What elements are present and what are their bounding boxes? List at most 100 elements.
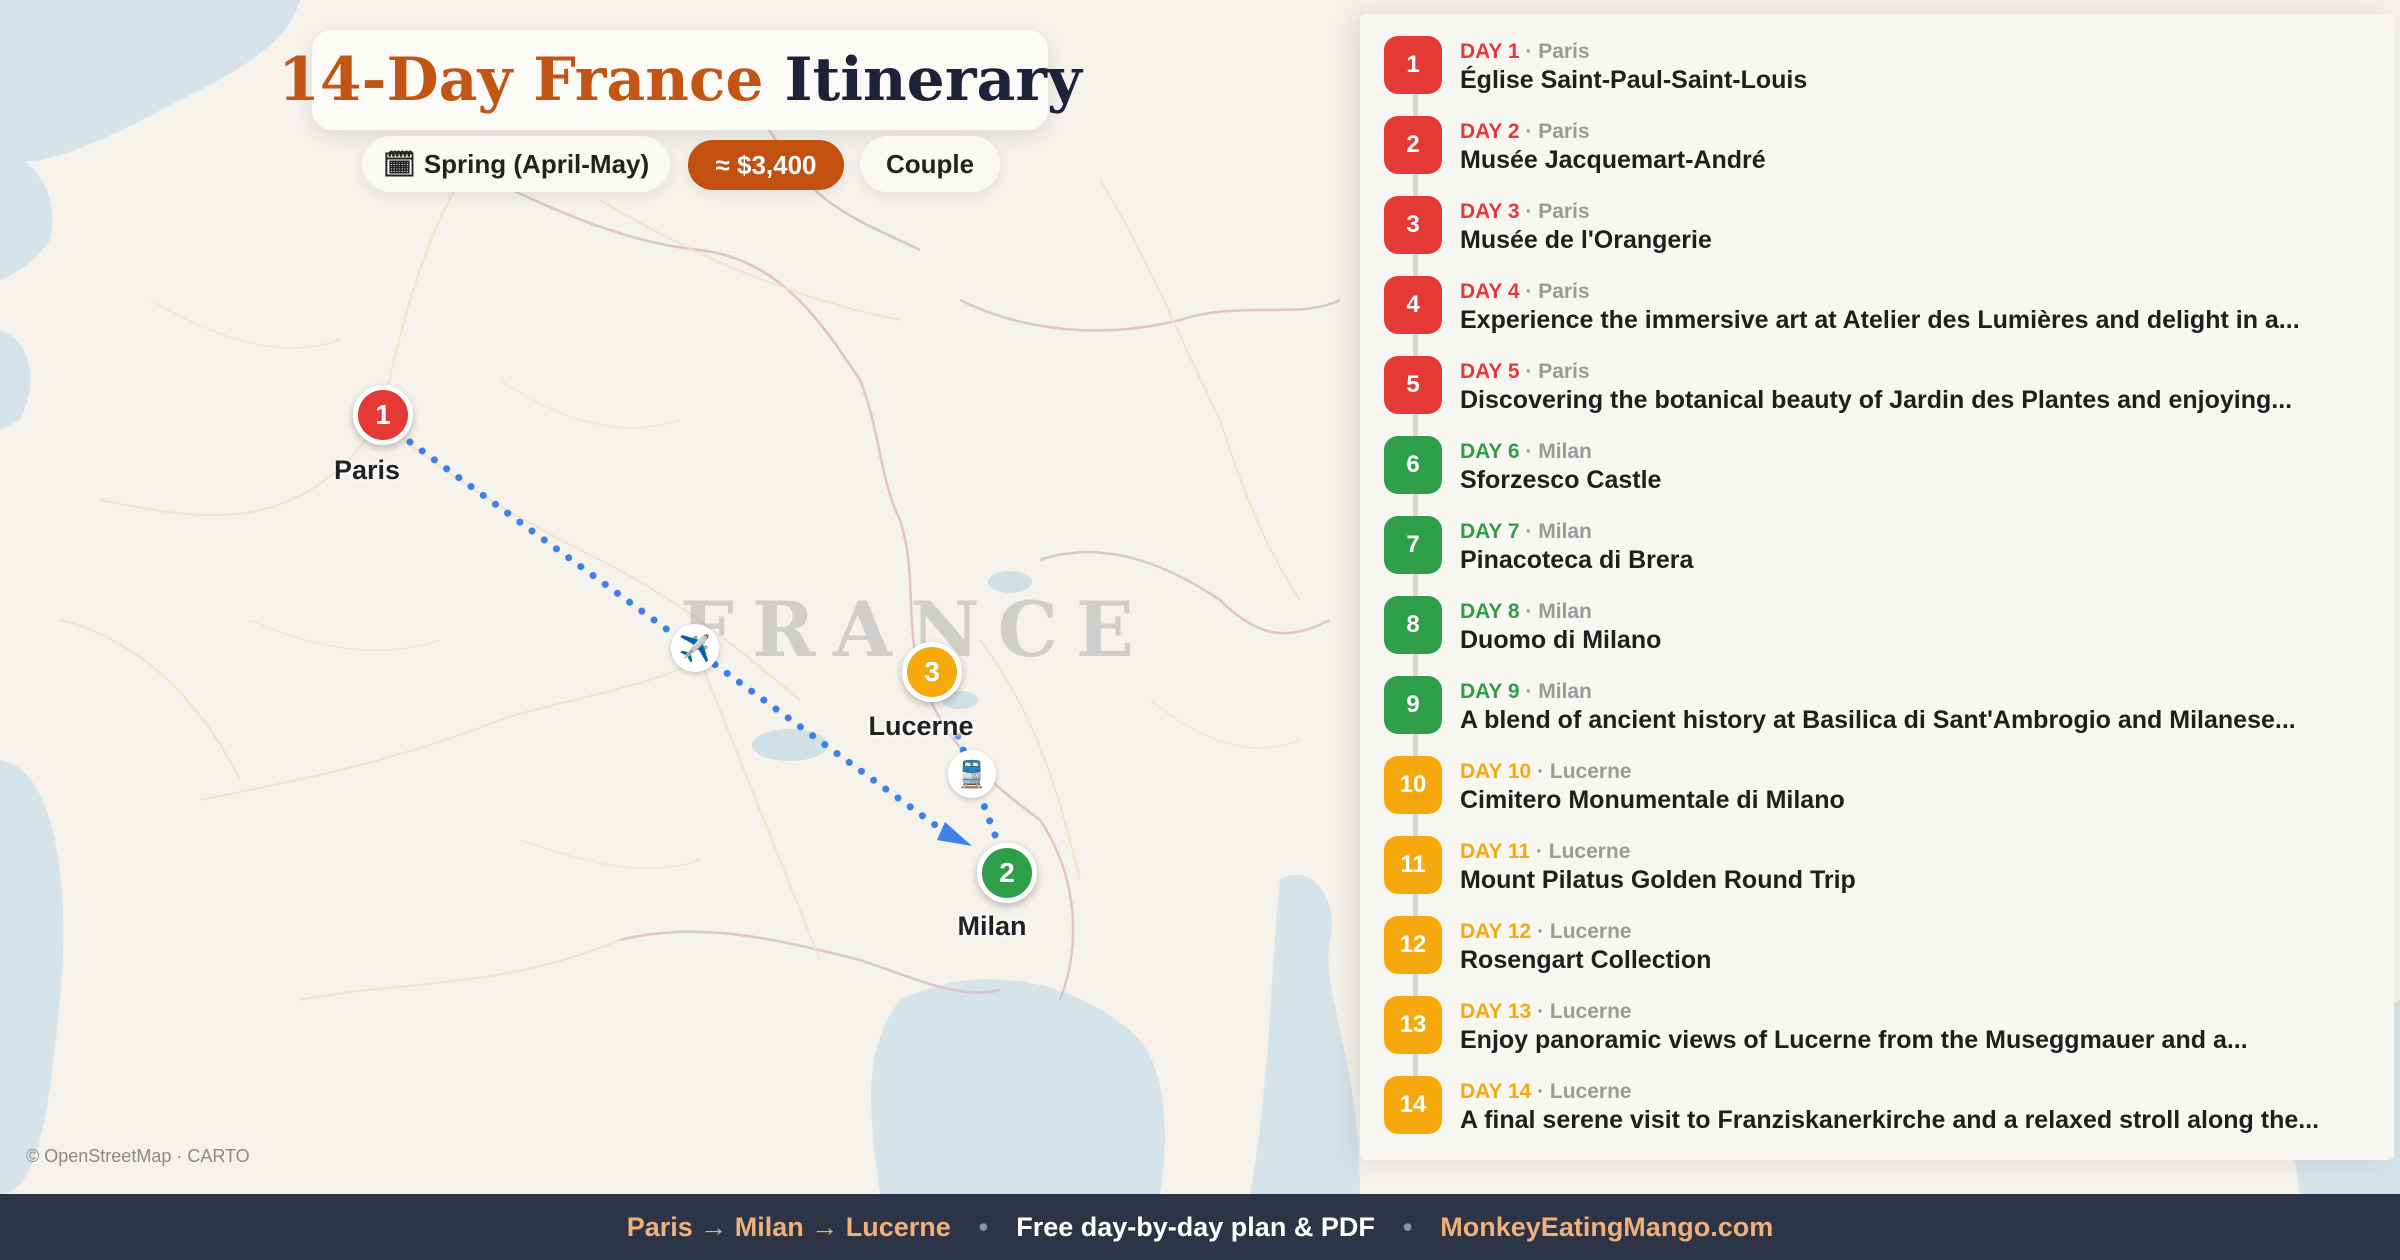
day-row[interactable]: 7 DAY 7 · Milan Pinacoteca di Brera (1384, 496, 2384, 576)
day-badge: 13 (1384, 996, 1442, 1054)
day-label: DAY 7 (1460, 520, 1520, 543)
day-city: Paris (1538, 40, 1590, 63)
budget-chip: ≈ $3,400 (688, 140, 844, 190)
day-row[interactable]: 13 DAY 13 · Lucerne Enjoy panoramic views … (1384, 976, 2384, 1056)
footer-site-link[interactable]: MonkeyEatingMango.com (1440, 1212, 1773, 1243)
title-part-1: 14-Day France (278, 45, 764, 115)
day-city: Paris (1538, 200, 1590, 223)
day-separator: · (1531, 1080, 1550, 1103)
day-city: Paris (1538, 280, 1590, 303)
day-activity-title: Enjoy panoramic views of Lucerne from th… (1460, 1026, 2248, 1054)
day-badge: 8 (1384, 596, 1442, 654)
city-label-lucerne: Lucerne (868, 711, 974, 741)
day-activity-title: Cimitero Monumentale di Milano (1460, 786, 1845, 814)
day-activity-title: Mount Pilatus Golden Round Trip (1460, 866, 1856, 894)
season-text: Spring (April-May) (423, 148, 650, 179)
day-activity-title: Experience the immersive art at Atelier … (1460, 306, 2300, 334)
day-header: DAY 11 · Lucerne (1460, 840, 1630, 864)
calendar-icon: 🗓 (382, 148, 416, 179)
day-city: Lucerne (1548, 840, 1631, 863)
season-chip: 🗓 Spring (April-May) (362, 136, 670, 192)
day-badge: 9 (1384, 676, 1442, 734)
day-separator: · (1519, 600, 1539, 623)
day-activity-title: A final serene visit to Franziskanerkirc… (1460, 1106, 2320, 1134)
day-header: DAY 9 · Milan (1460, 680, 1592, 704)
day-city: Lucerne (1549, 760, 1632, 783)
day-activity-title: Musée de l'Orangerie (1460, 226, 1712, 254)
day-separator: · (1519, 360, 1539, 383)
day-separator: · (1519, 200, 1539, 223)
day-label: DAY 11 (1460, 840, 1531, 863)
plane-icon: ✈️ (671, 624, 719, 672)
map-marker-paris[interactable]: 1 (353, 385, 413, 445)
day-row[interactable]: 8 DAY 8 · Milan Duomo di Milano (1384, 576, 2384, 656)
day-city: Milan (1538, 520, 1592, 543)
city-label-paris: Paris (333, 455, 401, 485)
footer-bar: Paris → Milan → Lucerne • Free day-by-da… (0, 1194, 2400, 1260)
day-label: DAY 3 (1460, 200, 1520, 223)
day-separator: · (1531, 1000, 1550, 1023)
day-row[interactable]: 1 DAY 1 · Paris Église Saint-Paul-Saint-Lo… (1384, 16, 2384, 96)
day-header: DAY 14 · Lucerne (1460, 1080, 1632, 1104)
itinerary-panel[interactable]: 1 DAY 1 · Paris Église Saint-Paul-Saint-Lo… (1360, 14, 2394, 1160)
day-row[interactable]: 6 DAY 6 · Milan Sforzesco Castle (1384, 416, 2384, 496)
day-badge: 3 (1384, 196, 1442, 254)
day-row[interactable]: 4 DAY 4 · Paris Experience the immersive a… (1384, 256, 2384, 336)
day-separator: · (1531, 920, 1550, 943)
day-activity-title: Sforzesco Castle (1460, 466, 1662, 494)
day-badge: 11 (1384, 836, 1442, 894)
day-badge: 4 (1384, 276, 1442, 334)
day-separator: · (1519, 280, 1539, 303)
day-activity-title: Pinacoteca di Brera (1460, 546, 1694, 574)
day-activity-title: Duomo di Milano (1460, 626, 1662, 654)
day-separator: · (1519, 520, 1539, 543)
day-row[interactable]: 12 DAY 12 · Lucerne Rosengart Collection (1384, 896, 2384, 976)
day-header: DAY 13 · Lucerne (1460, 1000, 1632, 1024)
city-label-milan: Milan (957, 911, 1027, 941)
map-marker-lucerne[interactable]: 3 (902, 642, 962, 702)
day-label: DAY 12 (1460, 920, 1532, 943)
day-separator: · (1519, 40, 1539, 63)
day-label: DAY 5 (1460, 360, 1520, 383)
day-row[interactable]: 11 DAY 11 · Lucerne Mount Pilatus Golden R… (1384, 816, 2384, 896)
day-separator: · (1519, 680, 1539, 703)
day-row[interactable]: 10 DAY 10 · Lucerne Cimitero Monumentale d… (1384, 736, 2384, 816)
day-label: DAY 4 (1460, 280, 1520, 303)
footer-route: Paris → Milan → Lucerne (626, 1211, 951, 1242)
map-marker-milan[interactable]: 2 (977, 843, 1037, 903)
day-label: DAY 2 (1460, 120, 1520, 143)
day-activity-title: Rosengart Collection (1460, 946, 1712, 974)
title-part-2: Itinerary (784, 45, 1082, 115)
day-city: Paris (1538, 360, 1590, 383)
day-row[interactable]: 3 DAY 3 · Paris Musée de l'Orangerie (1384, 176, 2384, 256)
day-header: DAY 1 · Paris (1460, 40, 1590, 64)
day-separator: · (1519, 120, 1539, 143)
day-city: Lucerne (1549, 1000, 1632, 1023)
day-header: DAY 8 · Milan (1460, 600, 1592, 624)
day-label: DAY 13 (1460, 1000, 1532, 1023)
day-badge: 6 (1384, 436, 1442, 494)
day-badge: 10 (1384, 756, 1442, 814)
day-badge: 2 (1384, 116, 1442, 174)
map-attribution: © OpenStreetMap · CARTO (26, 1146, 250, 1166)
day-header: DAY 3 · Paris (1460, 200, 1590, 224)
day-label: DAY 14 (1460, 1080, 1532, 1103)
day-row[interactable]: 9 DAY 9 · Milan A blend of ancient history… (1384, 656, 2384, 736)
day-badge: 12 (1384, 916, 1442, 974)
day-badge: 7 (1384, 516, 1442, 574)
day-city: Paris (1538, 120, 1590, 143)
day-separator: · (1519, 440, 1539, 463)
day-badge: 5 (1384, 356, 1442, 414)
itinerary-title: 14-Day France Itinerary (278, 30, 1082, 130)
day-city: Milan (1538, 440, 1592, 463)
route-arrowhead (937, 822, 972, 846)
day-row[interactable]: 5 DAY 5 · Paris Discovering the botanical … (1384, 336, 2384, 416)
day-label: DAY 10 (1460, 760, 1532, 783)
day-row[interactable]: 2 DAY 2 · Paris Musée Jacquemart-André (1384, 96, 2384, 176)
day-activity-title: A blend of ancient history at Basilica d… (1460, 706, 2296, 734)
day-header: DAY 7 · Milan (1460, 520, 1592, 544)
day-row[interactable]: 14 DAY 14 · Lucerne A final serene visit t… (1384, 1056, 2384, 1136)
day-city: Milan (1538, 600, 1592, 623)
day-label: DAY 1 (1460, 40, 1520, 63)
footer-separator: • (1402, 1211, 1413, 1242)
